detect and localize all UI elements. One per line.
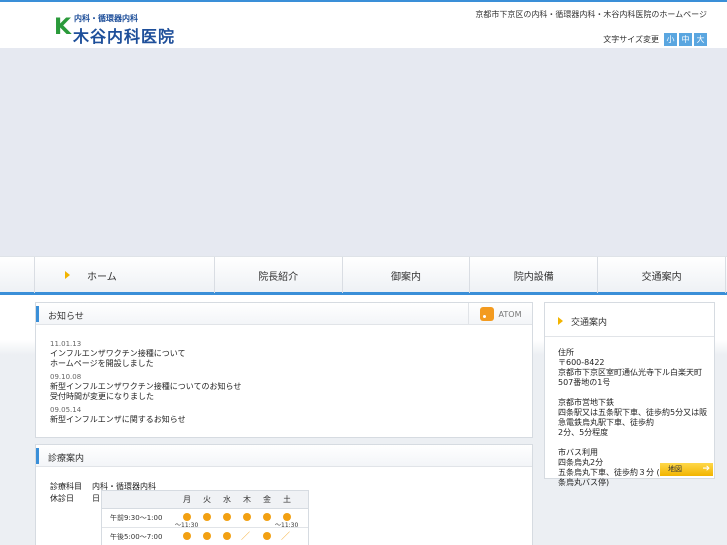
- schedule-time: 午後5:00〜7:00: [110, 533, 163, 541]
- schedule-table: 月 火 水 木 金 土 午前9:30〜1:00 〜11:30 〜11:30 午後…: [101, 490, 309, 545]
- news-link[interactable]: 新型インフルエンザワクチン接種についてのお知らせ: [50, 382, 520, 392]
- font-size-switcher: 文字サイズ変更 小 中 大: [603, 33, 707, 46]
- nav-item-access[interactable]: 交通案内: [597, 257, 726, 293]
- font-size-label: 文字サイズ変更: [603, 35, 659, 44]
- open-dot-icon: [223, 532, 231, 540]
- open-dot-icon: [183, 532, 191, 540]
- nav-item-guide[interactable]: 御案内: [341, 257, 470, 293]
- schedule-day: 月: [183, 495, 191, 504]
- logo-k-mark: K: [54, 15, 72, 40]
- nav-item-home[interactable]: ホーム: [34, 257, 214, 293]
- hours-panel-header: 診療案内: [36, 445, 532, 467]
- access-line: 四条駅又は五条駅下車、徒歩約5分又は阪急電鉄烏丸駅下車、徒歩約: [558, 408, 708, 427]
- heading-bar: [36, 306, 39, 322]
- closed-slash-icon: ／: [241, 532, 251, 542]
- open-dot-icon: [263, 513, 271, 521]
- access-line: 市バス利用: [558, 448, 598, 457]
- nav-item-label: ホーム: [87, 271, 117, 283]
- nav-arrow-icon: [65, 271, 70, 279]
- nav-item-facilities[interactable]: 院内設備: [469, 257, 597, 293]
- news-panel-header: お知らせ ATOM: [36, 303, 532, 325]
- access-panel-header: 交通案内: [545, 303, 714, 337]
- open-dot-icon: [263, 532, 271, 540]
- news-link[interactable]: ホームページを開設しました: [50, 359, 520, 369]
- font-size-large-button[interactable]: 大: [694, 33, 707, 46]
- access-panel: 交通案内 住所 〒600-8422 京都市下京区室町通仏光寺下ル白楽天町507番…: [544, 302, 715, 487]
- news-link[interactable]: インフルエンザワクチン接種について: [50, 349, 520, 359]
- arrow-icon: [558, 317, 563, 325]
- access-line: 住所: [558, 348, 574, 357]
- access-line: 〒600-8422: [558, 358, 605, 367]
- schedule-row-morning: 午前9:30〜1:00 〜11:30 〜11:30: [102, 509, 308, 529]
- open-dot-icon: [243, 513, 251, 521]
- news-date: 09.05.14: [50, 406, 82, 414]
- font-size-small-button[interactable]: 小: [664, 33, 677, 46]
- hours-info-label: 休診日: [50, 494, 74, 503]
- schedule-day: 水: [223, 495, 231, 504]
- heading-bar: [36, 448, 39, 464]
- news-entry: 09.10.08 新型インフルエンザワクチン接種についてのお知らせ 受付時間が変…: [50, 372, 520, 402]
- open-dot-icon: [203, 513, 211, 521]
- access-line: 2分、5分程度: [558, 428, 609, 437]
- news-link[interactable]: 受付時間が変更になりました: [50, 392, 520, 402]
- access-line: 京都市下京区室町通仏光寺下ル白楽天町507番地の1号: [558, 368, 702, 387]
- closed-slash-icon: ／: [281, 532, 291, 542]
- site-logo[interactable]: K 内科・循環器内科 木谷内科医院: [54, 12, 194, 46]
- news-date: 09.10.08: [50, 373, 82, 381]
- schedule-time: 午前9:30〜1:00: [110, 514, 163, 522]
- global-nav: ホーム 院長紹介 御案内 院内設備 交通案内: [0, 256, 727, 295]
- news-entry: 09.05.14 新型インフルエンザに関するお知らせ: [50, 405, 520, 425]
- nav-item-label: 交通案内: [641, 271, 682, 283]
- schedule-day: 木: [243, 495, 251, 504]
- map-button[interactable]: 地図: [660, 463, 713, 476]
- access-line: 京都市営地下鉄: [558, 398, 614, 407]
- news-date: 11.01.13: [50, 340, 82, 348]
- schedule-day: 土: [283, 495, 291, 504]
- access-title: 交通案内: [571, 318, 608, 328]
- atom-feed-link[interactable]: ATOM: [468, 303, 532, 325]
- open-dot-icon: [203, 532, 211, 540]
- news-title: お知らせ: [48, 312, 84, 322]
- news-list: 11.01.13 インフルエンザワクチン接種について ホームページを開設しました…: [50, 339, 520, 428]
- schedule-row-afternoon: 午後5:00〜7:00 ／ ／: [102, 528, 308, 545]
- news-panel: お知らせ ATOM 11.01.13 インフルエンザワクチン接種について ホーム…: [35, 302, 533, 438]
- schedule-day: 金: [263, 495, 271, 504]
- hours-info-value: 日: [92, 494, 100, 503]
- nav-item-label: 院長紹介: [258, 271, 299, 283]
- hours-title: 診療案内: [48, 454, 85, 464]
- hero-banner: [0, 48, 727, 256]
- nav-item-director[interactable]: 院長紹介: [213, 257, 342, 293]
- hours-info-label: 診療科目: [50, 482, 82, 491]
- news-link[interactable]: 新型インフルエンザに関するお知らせ: [50, 415, 520, 425]
- rss-icon: [479, 307, 494, 321]
- header-tagline: 京都市下京区の内科・循環器内科・木谷内科医院のホームページ: [475, 10, 707, 19]
- nav-item-label: 院内設備: [513, 271, 554, 283]
- site-header: K 内科・循環器内科 木谷内科医院 京都市下京区の内科・循環器内科・木谷内科医院…: [0, 0, 727, 48]
- nav-item-label: 御案内: [390, 271, 421, 283]
- font-size-medium-button[interactable]: 中: [679, 33, 692, 46]
- news-entry: 11.01.13 インフルエンザワクチン接種について ホームページを開設しました: [50, 339, 520, 369]
- logo-name: 木谷内科医院: [73, 27, 176, 46]
- open-dot-icon: [223, 513, 231, 521]
- atom-label: ATOM: [498, 309, 522, 319]
- schedule-header-row: 月 火 水 木 金 土: [102, 491, 308, 509]
- schedule-day: 火: [203, 495, 211, 504]
